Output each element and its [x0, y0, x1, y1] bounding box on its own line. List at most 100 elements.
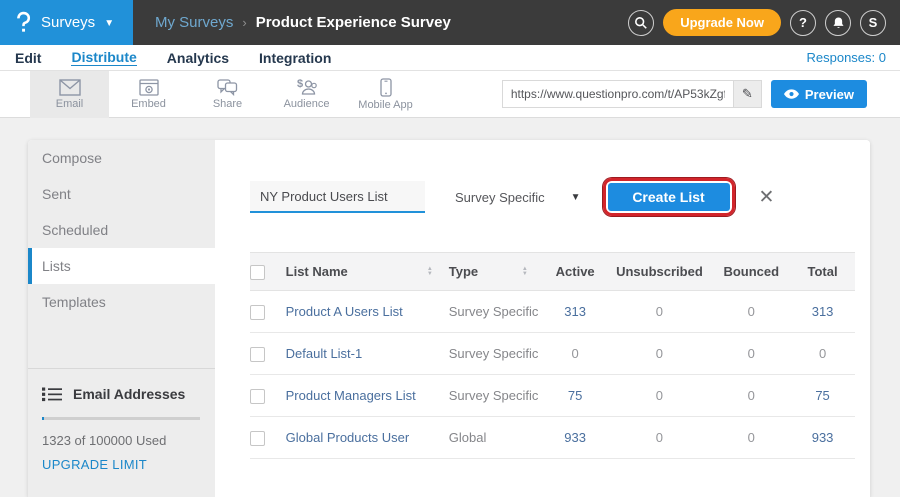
tab-edit[interactable]: Edit — [15, 50, 41, 66]
account-avatar[interactable]: S — [860, 10, 886, 36]
select-all-checkbox[interactable] — [250, 265, 265, 280]
active-count[interactable]: 933 — [544, 417, 607, 459]
tab-analytics[interactable]: Analytics — [167, 50, 229, 66]
total-count[interactable]: 313 — [790, 291, 855, 333]
row-checkbox[interactable] — [250, 431, 265, 446]
total-count[interactable]: 933 — [790, 417, 855, 459]
create-list-row: Survey Specific ▼ Create List ✕ — [250, 180, 870, 214]
preview-label: Preview — [805, 87, 854, 102]
red-highlight-annotation: Create List — [603, 178, 735, 216]
bounced-count: 0 — [712, 375, 790, 417]
list-type-select[interactable]: Survey Specific ▼ — [455, 190, 581, 205]
top-bar: Surveys ▼ My Surveys › Product Experienc… — [0, 0, 900, 45]
help-button[interactable]: ? — [790, 10, 816, 36]
bounced-count: 0 — [712, 333, 790, 375]
header-list-name: List Name — [286, 264, 348, 279]
bell-icon — [832, 16, 845, 30]
channel-share[interactable]: Share — [188, 71, 267, 118]
row-checkbox[interactable] — [250, 347, 265, 362]
sidebar-item-scheduled[interactable]: Scheduled — [28, 212, 215, 248]
header-active: Active — [544, 253, 607, 291]
sidebar-item-sent[interactable]: Sent — [28, 176, 215, 212]
active-count[interactable]: 75 — [544, 375, 607, 417]
channel-mobile-app[interactable]: Mobile App — [346, 71, 425, 118]
header-type: Type — [449, 264, 478, 279]
survey-url-input[interactable] — [503, 81, 733, 107]
channel-label: Email — [56, 98, 84, 110]
unsubscribed-count: 0 — [606, 417, 712, 459]
table-header-row: List Name ▲▼ Type ▲▼ Active Unsubscribed — [250, 253, 855, 291]
channel-embed[interactable]: Embed — [109, 71, 188, 118]
active-count[interactable]: 313 — [544, 291, 607, 333]
upgrade-limit-link[interactable]: UPGRADE LIMIT — [42, 457, 200, 472]
list-name-link[interactable]: Product Managers List — [286, 388, 416, 403]
share-icon — [217, 79, 238, 96]
list-type-value: Survey Specific — [455, 190, 545, 205]
header-unsubscribed: Unsubscribed — [606, 253, 712, 291]
row-checkbox[interactable] — [250, 389, 265, 404]
header-total: Total — [790, 253, 855, 291]
channel-label: Share — [213, 98, 242, 110]
sidebar-item-compose[interactable]: Compose — [28, 140, 215, 176]
bounced-count: 0 — [712, 291, 790, 333]
channel-audience[interactable]: $ Audience — [267, 71, 346, 118]
sort-icon[interactable]: ▲▼ — [427, 267, 433, 277]
bounced-count: 0 — [712, 417, 790, 459]
unsubscribed-count: 0 — [606, 333, 712, 375]
topbar-actions: Upgrade Now ? S — [628, 9, 900, 36]
list-name-input[interactable] — [250, 181, 425, 211]
active-count[interactable]: 0 — [544, 333, 607, 375]
responses-count[interactable]: Responses: 0 — [807, 50, 887, 65]
list-name-link[interactable]: Product A Users List — [286, 304, 403, 319]
survey-tabs: Edit Distribute Analytics Integration Re… — [0, 45, 900, 71]
pencil-icon: ✎ — [742, 86, 753, 102]
create-list-button[interactable]: Create List — [608, 183, 730, 211]
preview-button[interactable]: Preview — [771, 80, 867, 108]
breadcrumb-current-survey: Product Experience Survey — [256, 14, 451, 31]
distribute-toolbar: Email Embed Share $ Audience Mobile App … — [0, 71, 900, 118]
mobile-icon — [380, 78, 392, 97]
breadcrumb-my-surveys[interactable]: My Surveys — [155, 14, 233, 31]
email-addresses-title: Email Addresses — [73, 386, 185, 402]
lists-main-panel: Survey Specific ▼ Create List ✕ List Nam… — [215, 140, 870, 497]
usage-progress-fill — [42, 417, 44, 420]
search-button[interactable] — [628, 10, 654, 36]
list-name-link[interactable]: Global Products User — [286, 430, 410, 445]
chevron-down-icon: ▼ — [104, 18, 114, 29]
list-name-link[interactable]: Default List-1 — [286, 346, 363, 361]
tab-integration[interactable]: Integration — [259, 50, 331, 66]
upgrade-now-button[interactable]: Upgrade Now — [663, 9, 781, 36]
close-icon[interactable]: ✕ — [759, 186, 775, 209]
table-row: Global Products User Global 933 0 0 933 — [250, 417, 855, 459]
product-name: Surveys — [41, 14, 95, 31]
channel-email[interactable]: Email — [30, 71, 109, 118]
lists-table: List Name ▲▼ Type ▲▼ Active Unsubscribed — [250, 252, 855, 459]
row-checkbox[interactable] — [250, 305, 265, 320]
svg-text:$: $ — [297, 78, 303, 90]
breadcrumb: My Surveys › Product Experience Survey — [155, 14, 451, 31]
tab-distribute[interactable]: Distribute — [71, 49, 136, 66]
email-sidebar: Compose Sent Scheduled Lists Templates E… — [28, 140, 215, 497]
email-lists-card: Compose Sent Scheduled Lists Templates E… — [28, 140, 870, 497]
sidebar-item-lists[interactable]: Lists — [28, 248, 215, 284]
table-row: Product A Users List Survey Specific 313… — [250, 291, 855, 333]
email-addresses-panel: Email Addresses 1323 of 100000 Used UPGR… — [28, 368, 215, 472]
sidebar-item-templates[interactable]: Templates — [28, 284, 215, 320]
questionpro-logo-icon — [15, 11, 32, 34]
audience-icon: $ — [296, 78, 318, 96]
sort-icon[interactable]: ▲▼ — [522, 267, 528, 277]
total-count[interactable]: 75 — [790, 375, 855, 417]
total-count[interactable]: 0 — [790, 333, 855, 375]
survey-url-box: ✎ — [502, 80, 762, 108]
product-switcher[interactable]: Surveys ▼ — [0, 0, 133, 45]
envelope-icon — [59, 79, 81, 96]
usage-progress-bar — [42, 417, 200, 420]
edit-url-button[interactable]: ✎ — [733, 81, 761, 107]
table-row: Default List-1 Survey Specific 0 0 0 0 — [250, 333, 855, 375]
embed-icon — [139, 79, 159, 96]
list-lines-icon — [42, 387, 62, 402]
header-bounced: Bounced — [712, 253, 790, 291]
list-type-cell: Survey Specific — [449, 291, 544, 333]
eye-icon — [784, 89, 799, 99]
notifications-button[interactable] — [825, 10, 851, 36]
